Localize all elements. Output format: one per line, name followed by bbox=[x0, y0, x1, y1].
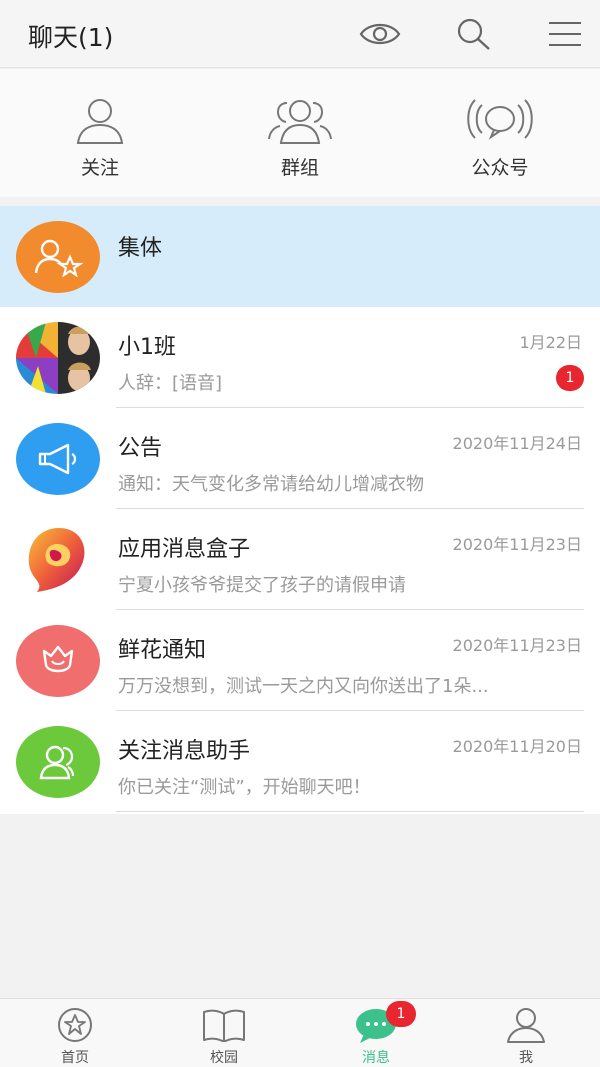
quick-follow[interactable]: 关注 bbox=[40, 91, 160, 191]
chat-name: 公告 bbox=[118, 436, 163, 461]
quick-groups-label: 群组 bbox=[280, 157, 319, 179]
chat-preview: 通知：天气变化多常请给幼儿增减衣物 bbox=[118, 474, 424, 495]
tab-label: 校园 bbox=[210, 1050, 238, 1066]
chat-row-flower[interactable]: 鲜花通知 2020年11月23日 万万没想到，测试一天之内又向你送出了1朵... bbox=[0, 610, 600, 711]
quick-official-accounts-label: 公众号 bbox=[471, 157, 529, 179]
chat-row-app-box[interactable]: 应用消息盒子 2020年11月23日 宁夏小孩爷爷提交了孩子的请假申请 bbox=[0, 509, 600, 610]
collective-icon bbox=[16, 221, 100, 293]
quick-actions: 关注 群组 公众号 bbox=[0, 69, 600, 197]
chat-name: 鲜花通知 bbox=[118, 638, 207, 663]
chat-time: 2020年11月20日 bbox=[452, 737, 582, 756]
chat-preview: 人辞：[语音] bbox=[118, 373, 223, 394]
tab-home[interactable]: 首页 bbox=[25, 1005, 125, 1067]
tab-me[interactable]: 我 bbox=[476, 1005, 576, 1067]
tab-label: 首页 bbox=[61, 1050, 89, 1066]
search-icon[interactable] bbox=[452, 14, 496, 54]
chat-row-class[interactable]: 小1班 1月22日 人辞：[语音] 1 bbox=[0, 307, 600, 408]
quick-official-accounts[interactable]: 公众号 bbox=[440, 91, 560, 191]
chat-name: 小1班 bbox=[118, 335, 176, 360]
star-icon bbox=[25, 1005, 125, 1045]
book-icon bbox=[174, 1005, 274, 1045]
tab-campus[interactable]: 校园 bbox=[174, 1005, 274, 1067]
eye-icon[interactable] bbox=[358, 14, 402, 54]
chat-time: 2020年11月23日 bbox=[452, 636, 582, 655]
chat-row-collective[interactable]: 集体 bbox=[0, 206, 600, 307]
tab-messages[interactable]: 消息 1 bbox=[326, 1001, 426, 1067]
chat-name: 集体 bbox=[118, 236, 163, 261]
quick-follow-label: 关注 bbox=[80, 157, 119, 179]
chat-preview: 宁夏小孩爷爷提交了孩子的请假申请 bbox=[118, 575, 406, 596]
person-icon bbox=[40, 91, 160, 145]
page-title: 聊天(1) bbox=[28, 23, 114, 52]
chat-preview: 万万没想到，测试一天之内又向你送出了1朵... bbox=[118, 676, 489, 697]
chat-name: 关注消息助手 bbox=[118, 739, 251, 764]
chat-preview: 你已关注“测试”，开始聊天吧！ bbox=[118, 777, 371, 798]
unread-badge: 1 bbox=[386, 1001, 416, 1027]
flower-icon bbox=[16, 625, 100, 697]
divider bbox=[116, 811, 584, 812]
group-icon bbox=[240, 91, 360, 145]
bottom-tab-bar: 首页 校园 消息 1 我 bbox=[0, 998, 600, 1067]
tab-label: 消息 bbox=[362, 1050, 390, 1066]
menu-icon[interactable] bbox=[543, 14, 587, 54]
tab-label: 我 bbox=[519, 1050, 533, 1066]
chat-row-follow-assistant[interactable]: 关注消息助手 2020年11月20日 你已关注“测试”，开始聊天吧！ bbox=[0, 711, 600, 812]
unread-badge: 1 bbox=[556, 365, 584, 391]
app-box-icon bbox=[16, 524, 100, 596]
quick-groups[interactable]: 群组 bbox=[240, 91, 360, 191]
chat-time: 2020年11月24日 bbox=[452, 434, 582, 453]
chat-time: 1月22日 bbox=[519, 333, 582, 352]
broadcast-icon bbox=[440, 91, 560, 145]
chat-time: 2020年11月23日 bbox=[452, 535, 582, 554]
group-photo-icon bbox=[16, 322, 100, 394]
chat-name: 应用消息盒子 bbox=[118, 537, 251, 562]
profile-icon bbox=[476, 1005, 576, 1045]
chat-row-announcement[interactable]: 公告 2020年11月24日 通知：天气变化多常请给幼儿增减衣物 bbox=[0, 408, 600, 509]
chat-list: 集体 小1班 1月22日 人辞：[语音] 1 公告 2020年11月24日 通知… bbox=[0, 206, 600, 814]
megaphone-icon bbox=[16, 423, 100, 495]
follow-assistant-icon bbox=[16, 726, 100, 798]
top-bar: 聊天(1) bbox=[0, 0, 600, 68]
